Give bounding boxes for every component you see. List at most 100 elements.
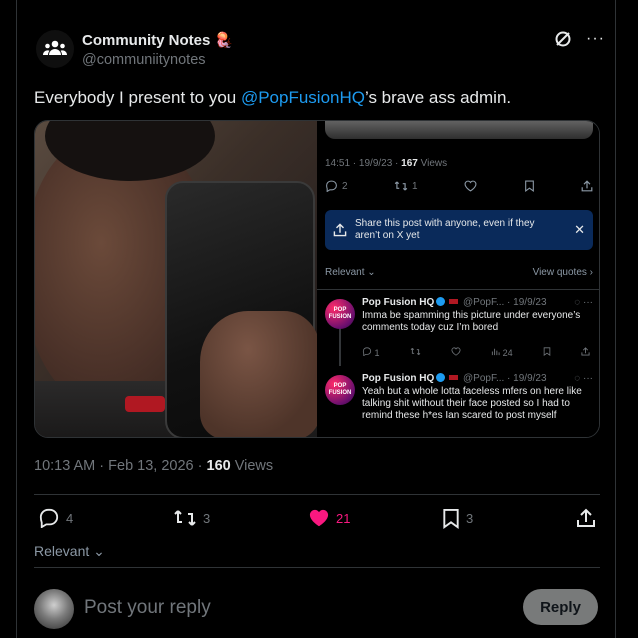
post-text-suffix: ’s brave ass admin. bbox=[364, 88, 512, 107]
screenshot-repost: 1 bbox=[394, 180, 418, 192]
people-icon bbox=[43, 40, 67, 55]
header-icons: ··· bbox=[554, 30, 605, 48]
share-icon bbox=[581, 347, 590, 356]
embedded-screenshot[interactable]: 14:51 · 19/9/23 · 167 Views 2 1 Share th… bbox=[317, 121, 599, 437]
reply-text: Yeah but a whole lotta faceless mfers on… bbox=[362, 386, 582, 421]
heart-icon bbox=[451, 347, 461, 356]
screenshot-reply: 2 bbox=[325, 180, 348, 192]
share-icon bbox=[333, 223, 347, 237]
verified-badge-icon bbox=[436, 373, 446, 382]
repost-button[interactable]: 3 bbox=[173, 508, 210, 528]
sort-label: Relevant bbox=[34, 543, 90, 559]
screenshot-views-count: 167 bbox=[401, 158, 418, 169]
reply-text: Imma be spamming this picture under ever… bbox=[362, 310, 581, 333]
screenshot-reply-item: POP FUSION Pop Fusion HQ @PopF... · 19/9… bbox=[325, 297, 593, 367]
reply-icon bbox=[39, 508, 59, 528]
author-handle[interactable]: @communiitynotes bbox=[82, 52, 206, 68]
share-prompt-banner: Share this post with anyone, even if the… bbox=[325, 210, 593, 250]
flag-icon bbox=[449, 299, 459, 304]
jellyfish-emoji-icon: 🪼 bbox=[214, 32, 234, 49]
verified-badge-icon bbox=[436, 297, 446, 306]
bookmark-icon bbox=[543, 347, 551, 356]
reply-views: 24 bbox=[491, 347, 513, 358]
sort-replies-dropdown[interactable]: Relevant ⌄ bbox=[34, 543, 105, 560]
views-count: 160 bbox=[206, 458, 231, 474]
reply-button[interactable]: 4 bbox=[38, 508, 73, 528]
reply-views-count: 24 bbox=[502, 348, 513, 358]
view-quotes-label: View quotes bbox=[532, 267, 587, 278]
heart-icon bbox=[464, 180, 477, 192]
screenshot-bookmark bbox=[524, 180, 535, 192]
share-button[interactable] bbox=[576, 508, 596, 528]
reply-author-name: Pop Fusion HQ bbox=[362, 373, 435, 384]
views-icon bbox=[491, 348, 500, 356]
screenshot-like bbox=[464, 180, 477, 192]
pop-fusion-avatar: POP FUSION bbox=[325, 299, 355, 329]
close-icon: ✕ bbox=[574, 222, 585, 237]
bookmark-count: 3 bbox=[466, 511, 474, 526]
screenshot-view-quotes: View quotes › bbox=[533, 267, 593, 278]
post-text: Everybody I present to you @PopFusionHQ’… bbox=[34, 88, 511, 108]
post-timestamp: 10:13 AM · Feb 13, 2026 · 160 Views bbox=[34, 458, 273, 474]
frame-left-border bbox=[16, 0, 17, 638]
divider bbox=[34, 567, 600, 568]
views-label: Views bbox=[230, 458, 274, 474]
divider bbox=[34, 494, 600, 495]
reply-more-icon: ◌ ··· bbox=[574, 373, 593, 384]
reply-icon bbox=[362, 347, 372, 357]
author-name[interactable]: Community Notes 🪼 bbox=[82, 31, 233, 49]
photo-hand bbox=[200, 311, 317, 437]
screenshot-share bbox=[581, 180, 593, 192]
screenshot-image-strip bbox=[325, 121, 593, 139]
reply-submit-button[interactable]: Reply bbox=[523, 589, 598, 625]
pop-fusion-avatar: POP FUSION bbox=[325, 375, 355, 405]
repost-count: 3 bbox=[203, 510, 211, 526]
author-name-text: Community Notes bbox=[82, 32, 211, 49]
reply-handle-date: @PopF... · 19/9/23 bbox=[463, 297, 547, 308]
reply-actions: 1 24 bbox=[362, 347, 590, 358]
bookmark-icon bbox=[443, 508, 459, 529]
flag-icon bbox=[449, 375, 459, 380]
screenshot-divider bbox=[317, 289, 599, 290]
post-actions: 4 3 21 3 bbox=[34, 508, 600, 530]
community-notes-avatar[interactable] bbox=[36, 30, 74, 68]
reply-header: Pop Fusion HQ @PopF... · 19/9/23 bbox=[362, 373, 547, 384]
grok-icon[interactable] bbox=[554, 30, 572, 48]
screenshot-repost-count: 1 bbox=[412, 180, 418, 192]
post-media[interactable]: 14:51 · 19/9/23 · 167 Views 2 1 Share th… bbox=[34, 120, 600, 438]
screenshot-relevant-sort: Relevant ⌄ bbox=[325, 267, 376, 278]
like-button[interactable]: 21 bbox=[308, 508, 350, 528]
selfie-photo[interactable] bbox=[35, 121, 317, 437]
chevron-right-icon: › bbox=[589, 267, 593, 278]
repost-icon bbox=[394, 181, 408, 191]
reply-input[interactable]: Post your reply bbox=[84, 597, 211, 619]
chevron-down-icon: ⌄ bbox=[367, 267, 376, 278]
reply-reply-count: 1 bbox=[374, 348, 380, 358]
repost-icon bbox=[410, 348, 421, 355]
screenshot-actions: 2 1 bbox=[325, 180, 593, 192]
like-count: 21 bbox=[336, 510, 351, 526]
mention-link[interactable]: @PopFusionHQ bbox=[241, 88, 365, 107]
reply-more-icon: ◌ ··· bbox=[574, 297, 593, 308]
heart-filled-icon bbox=[309, 509, 329, 527]
post-text-prefix: Everybody I present to you bbox=[34, 88, 241, 107]
timestamp-text: 10:13 AM · Feb 13, 2026 · bbox=[34, 458, 207, 474]
screenshot-reply-item: POP FUSION Pop Fusion HQ @PopF... · 19/9… bbox=[325, 373, 593, 437]
reply-count: 4 bbox=[66, 510, 74, 526]
reply-icon bbox=[326, 180, 337, 192]
bookmark-icon bbox=[524, 180, 534, 192]
reply-author-name: Pop Fusion HQ bbox=[362, 297, 435, 308]
share-icon bbox=[577, 508, 595, 527]
screenshot-meta: 14:51 · 19/9/23 · 167 Views bbox=[325, 158, 447, 169]
reply-handle-date: @PopF... · 19/9/23 bbox=[463, 373, 547, 384]
share-prompt-text: Share this post with anyone, even if the… bbox=[355, 218, 535, 241]
screenshot-reply-count: 2 bbox=[342, 180, 348, 192]
chevron-down-icon: ⌄ bbox=[89, 543, 105, 559]
screenshot-meta-time: 14:51 · 19/9/23 · bbox=[325, 158, 402, 169]
more-options-icon[interactable]: ··· bbox=[586, 30, 605, 48]
user-avatar[interactable] bbox=[34, 589, 74, 629]
repost-icon bbox=[174, 510, 196, 526]
screenshot-views-label: Views bbox=[417, 158, 448, 169]
bookmark-button[interactable]: 3 bbox=[442, 508, 473, 529]
screenshot-relevant-label: Relevant bbox=[325, 267, 365, 278]
